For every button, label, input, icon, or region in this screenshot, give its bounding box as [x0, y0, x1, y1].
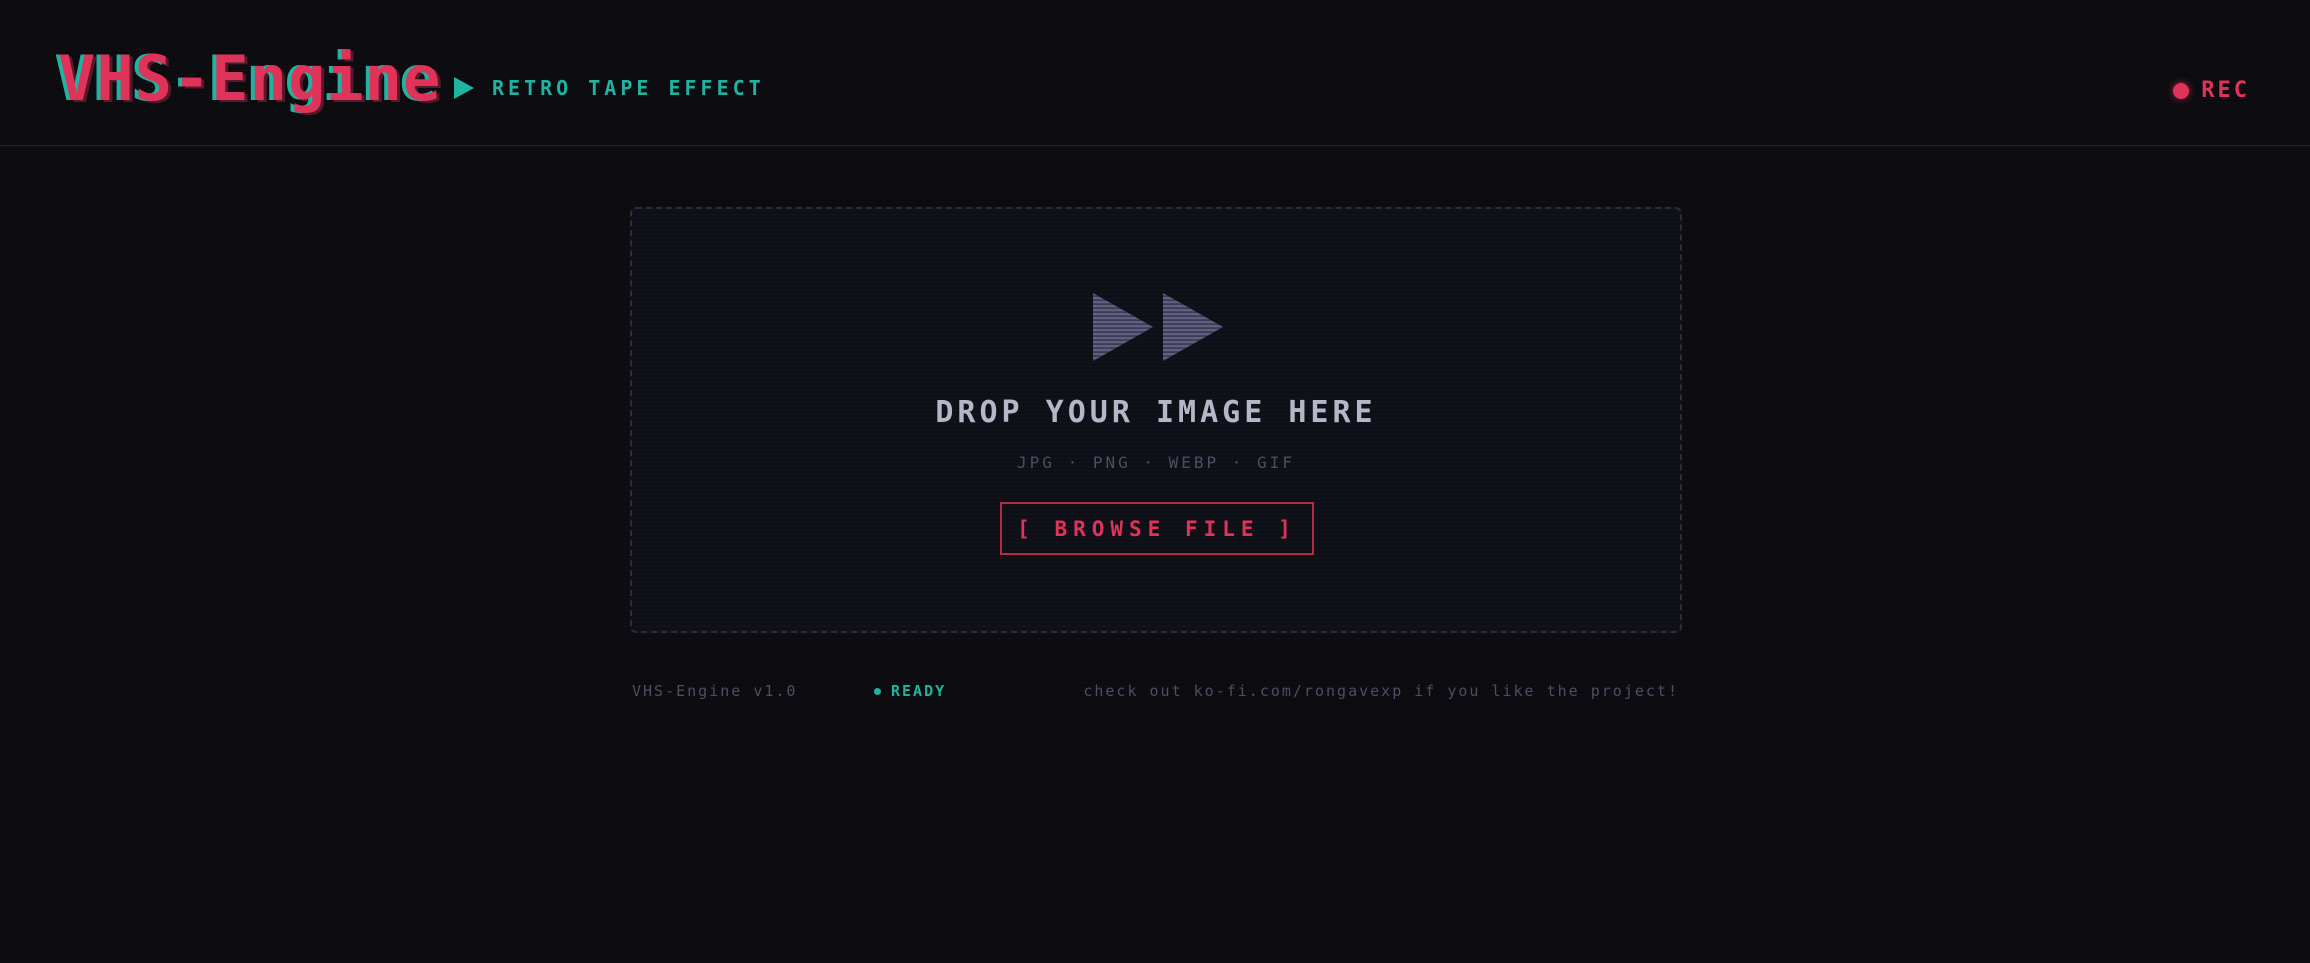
- ko-fi-link[interactable]: check out ko-fi.com/rongavexp if you lik…: [1083, 682, 1679, 700]
- subtitle-text: RETRO TAPE EFFECT: [492, 76, 765, 100]
- play-icon: [454, 77, 474, 99]
- app-header: VHS-Engine RETRO TAPE EFFECT REC: [0, 0, 2310, 146]
- app-logo: VHS-Engine: [58, 42, 442, 115]
- supported-formats: JPG · PNG · WEBP · GIF: [1017, 453, 1295, 472]
- rec-label: REC: [2201, 78, 2250, 103]
- dropzone-title: DROP YOUR IMAGE HERE: [935, 395, 1377, 430]
- status-dot-icon: [874, 687, 881, 695]
- app-subtitle: RETRO TAPE EFFECT: [454, 76, 765, 100]
- status-indicator: READY: [874, 682, 946, 700]
- version-label: VHS-Engine v1.0: [632, 682, 798, 700]
- fast-forward-icon: [1093, 293, 1223, 361]
- image-dropzone[interactable]: DROP YOUR IMAGE HERE JPG · PNG · WEBP · …: [630, 207, 1682, 633]
- rec-dot-icon: [2173, 82, 2190, 99]
- rec-indicator: REC: [2173, 78, 2250, 103]
- status-label: READY: [891, 682, 947, 700]
- browse-file-button[interactable]: [ BROWSE FILE ]: [1000, 502, 1314, 555]
